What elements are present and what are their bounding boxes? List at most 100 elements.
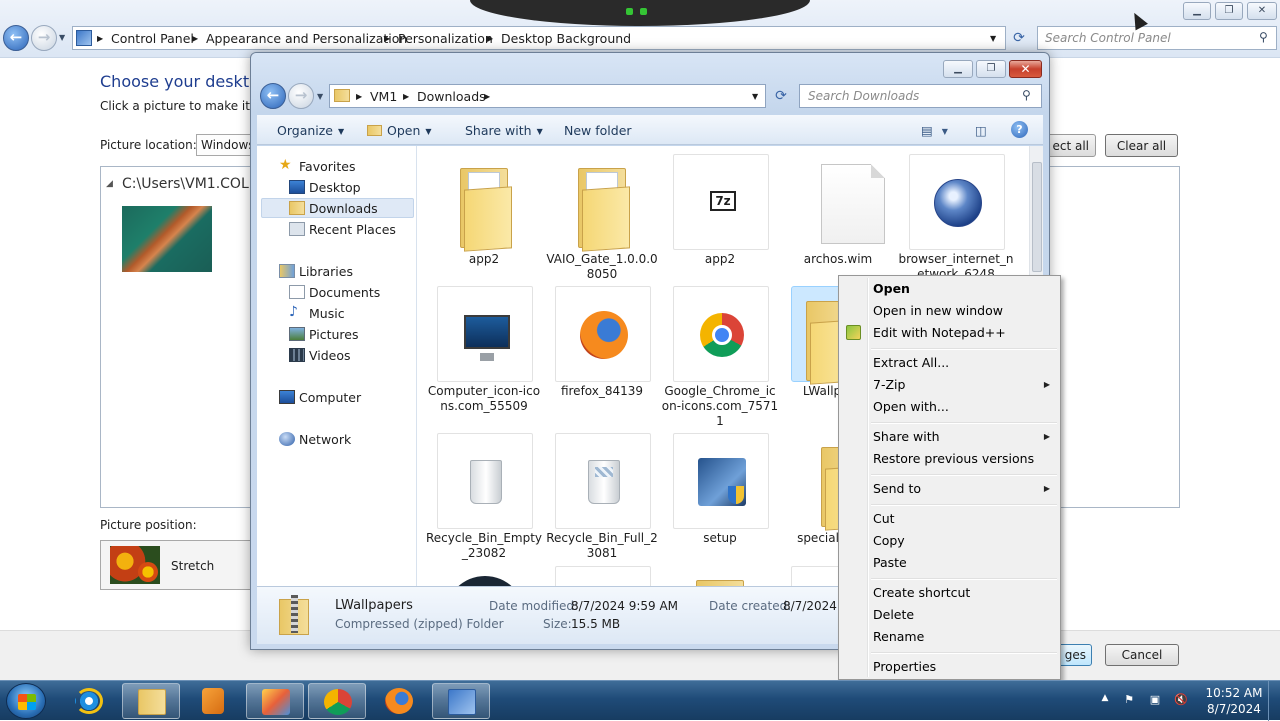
refresh-icon[interactable]: ⟳ [1008,27,1030,49]
file-name: Computer_icon-icons.com_55509 [427,384,541,413]
show-desktop-button[interactable] [1268,681,1280,721]
menu-item-create-shortcut[interactable]: Create shortcut [873,585,970,600]
search-icon[interactable]: ⚲ [1022,88,1031,102]
control-panel-search-input[interactable]: Search Control Panel [1037,26,1277,50]
menu-item-share-with[interactable]: Share with [873,429,940,444]
close-button[interactable]: ✕ [1247,2,1277,20]
nav-network[interactable]: Network [279,432,351,447]
search-icon[interactable]: ⚲ [1259,30,1268,44]
breadcrumb-personalization[interactable]: Personalization [398,31,493,46]
menu-item-edit-notepad[interactable]: Edit with Notepad++ [873,325,1006,340]
cancel-button[interactable]: Cancel [1105,644,1179,666]
show-hidden-icons-icon[interactable]: ▲ [1098,693,1112,707]
menu-item-open[interactable]: Open [873,281,910,296]
collapse-group-icon[interactable]: ◢ [106,179,113,189]
explorer-close-button[interactable]: ✕ [1009,60,1042,78]
nav-recent-places[interactable]: Recent Places [289,222,396,237]
menu-item-open-new-window[interactable]: Open in new window [873,303,1003,318]
nav-desktop[interactable]: Desktop [289,180,361,195]
new-folder-button[interactable]: New folder [564,123,632,138]
network-status-icon[interactable]: ▣ [1148,693,1162,707]
chevron-right-icon[interactable]: ▶ [484,92,490,101]
volume-muted-icon[interactable]: 🔇 [1174,693,1188,707]
start-button[interactable] [6,683,46,719]
breadcrumb-desktop-background[interactable]: Desktop Background [501,31,631,46]
recent-pages-dropdown-icon[interactable]: ▼ [317,92,323,101]
menu-item-delete[interactable]: Delete [873,607,914,622]
organize-button[interactable]: Organize ▼ [277,123,344,138]
taskbar-media-player[interactable] [184,683,242,719]
videos-icon [289,348,305,362]
picture-location-select[interactable]: Windows [196,134,256,156]
nav-videos[interactable]: Videos [289,348,351,363]
taskbar-internet-explorer[interactable] [60,683,118,719]
nav-downloads[interactable]: Downloads [289,201,378,216]
clock-date[interactable]: 8/7/2024 [1204,702,1264,716]
back-icon[interactable]: ← [260,83,286,109]
explorer-search-input[interactable]: Search Downloads [799,84,1042,108]
wallpaper-thumbnail[interactable] [122,206,212,272]
menu-separator [871,422,1057,424]
chevron-right-icon[interactable]: ▶ [403,92,409,101]
chevron-right-icon[interactable]: ▶ [384,34,390,43]
preview-pane-icon[interactable]: ◫ [975,123,987,138]
chevron-right-icon[interactable]: ▶ [356,92,362,101]
taskbar-control-panel[interactable] [432,683,490,719]
menu-item-properties[interactable]: Properties [873,659,936,674]
chrome-icon [700,313,744,357]
explorer-minimize-button[interactable]: ▁ [943,60,973,78]
address-bar[interactable]: ▶ Control Panel ▶ Appearance and Persona… [72,26,1006,50]
picture-position-select[interactable]: Stretch [100,540,252,590]
taskbar-chrome[interactable] [308,683,366,719]
forward-icon[interactable]: → [31,25,57,51]
taskbar-file-explorer[interactable] [122,683,180,719]
breadcrumb-downloads[interactable]: Downloads [417,89,486,104]
menu-item-7zip[interactable]: 7-Zip [873,377,905,392]
open-button[interactable]: Open ▼ [367,123,432,138]
menu-item-paste[interactable]: Paste [873,555,907,570]
menu-item-open-with[interactable]: Open with... [873,399,949,414]
nav-pictures-label: Pictures [309,327,359,342]
address-dropdown-icon[interactable]: ▼ [752,92,758,101]
maximize-button[interactable]: ❐ [1215,2,1243,20]
nav-documents[interactable]: Documents [289,285,380,300]
menu-item-extract-all[interactable]: Extract All... [873,355,949,370]
taskbar-paint[interactable] [246,683,304,719]
breadcrumb-control-panel[interactable]: Control Panel [111,31,194,46]
share-with-button[interactable]: Share with ▼ [465,123,543,138]
forward-icon[interactable]: → [288,83,314,109]
address-dropdown-icon[interactable]: ▼ [990,34,996,43]
nav-computer[interactable]: Computer [279,390,361,405]
breadcrumb-vm1[interactable]: VM1 [370,89,397,104]
menu-item-send-to[interactable]: Send to [873,481,921,496]
chevron-right-icon[interactable]: ▶ [97,34,103,43]
breadcrumb-appearance[interactable]: Appearance and Personalization [206,31,407,46]
menu-item-rename[interactable]: Rename [873,629,924,644]
clear-all-button[interactable]: Clear all [1105,134,1178,157]
change-view-icon[interactable]: ▤ ▼ [921,123,948,138]
menu-item-cut[interactable]: Cut [873,511,895,526]
chevron-right-icon[interactable]: ▶ [487,34,493,43]
downloads-folder-icon [289,201,305,215]
recent-pages-dropdown-icon[interactable]: ▼ [59,33,65,42]
file-name: archos.wim [803,252,873,266]
nav-music[interactable]: ♪ Music [289,304,345,321]
explorer-address-bar[interactable]: ▶ VM1 ▶ Downloads ▶ ▼ [329,84,766,108]
taskbar-firefox[interactable] [370,683,428,719]
explorer-maximize-button[interactable]: ❐ [976,60,1006,78]
action-center-flag-icon[interactable]: ⚑ [1122,693,1136,707]
nav-libraries[interactable]: Libraries [279,264,353,279]
scrollbar-thumb[interactable] [1032,162,1042,272]
help-icon[interactable]: ? [1011,121,1028,138]
refresh-icon[interactable]: ⟳ [770,85,792,107]
menu-item-restore-previous[interactable]: Restore previous versions [873,451,1034,466]
menu-item-copy[interactable]: Copy [873,533,905,548]
clock-time[interactable]: 10:52 AM [1204,686,1264,700]
chevron-right-icon[interactable]: ▶ [192,34,198,43]
nav-pictures[interactable]: Pictures [289,327,359,342]
back-icon[interactable]: ← [3,25,29,51]
libraries-icon [279,264,295,278]
minimize-button[interactable]: ▁ [1183,2,1211,20]
folder-icon [696,570,744,586]
nav-favorites[interactable]: ★ Favorites [279,157,355,174]
